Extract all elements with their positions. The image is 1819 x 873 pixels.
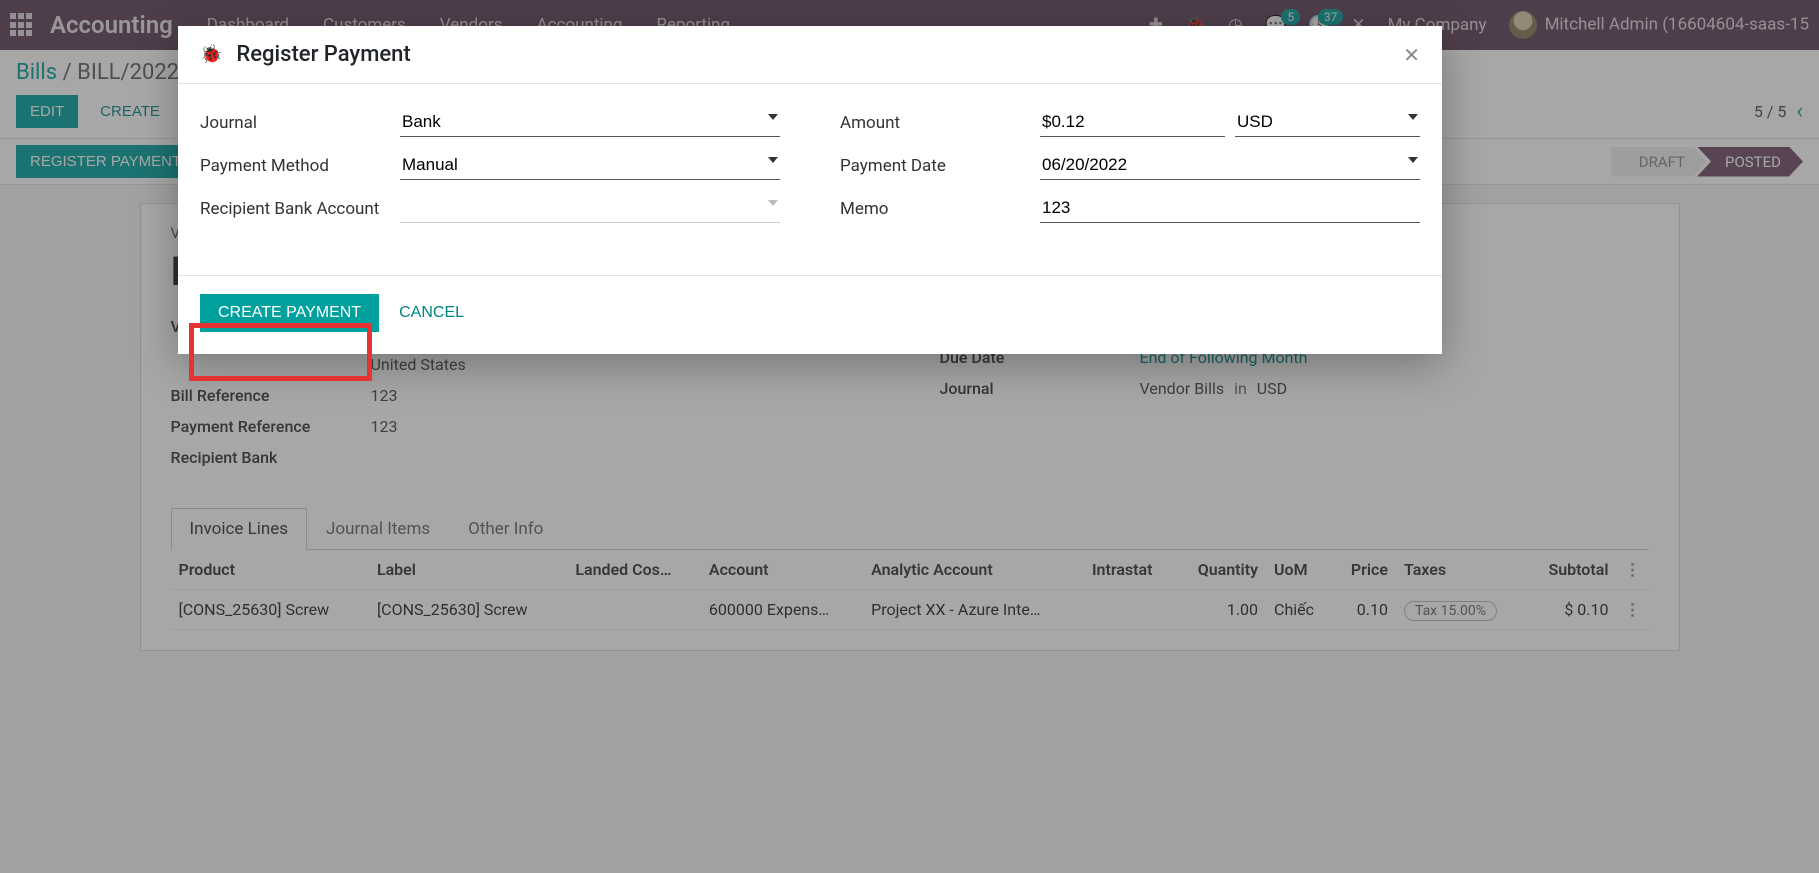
cancel-button[interactable]: Cancel xyxy=(399,304,464,322)
modal-journal-label: Journal xyxy=(200,113,400,133)
modal-currency-input[interactable] xyxy=(1235,108,1420,137)
modal-recbank-label: Recipient Bank Account xyxy=(200,199,400,219)
modal-pdate-input[interactable] xyxy=(1040,151,1420,180)
create-payment-button[interactable]: Create Payment xyxy=(200,294,379,332)
modal-amount-input[interactable] xyxy=(1040,108,1225,137)
modal-memo-label: Memo xyxy=(840,199,1040,219)
bug-icon[interactable]: 🐞 xyxy=(200,44,222,65)
modal-journal-input[interactable] xyxy=(400,108,780,137)
modal-recbank-input[interactable] xyxy=(400,194,780,223)
modal-pdate-label: Payment Date xyxy=(840,156,1040,176)
close-icon[interactable]: ✕ xyxy=(1403,43,1420,67)
register-payment-modal: 🐞 Register Payment ✕ Journal Payment Met… xyxy=(178,26,1442,354)
modal-amount-label: Amount xyxy=(840,113,1040,133)
modal-pmethod-label: Payment Method xyxy=(200,156,400,176)
modal-pmethod-input[interactable] xyxy=(400,151,780,180)
modal-title: Register Payment xyxy=(236,42,410,67)
modal-memo-input[interactable] xyxy=(1040,194,1420,223)
